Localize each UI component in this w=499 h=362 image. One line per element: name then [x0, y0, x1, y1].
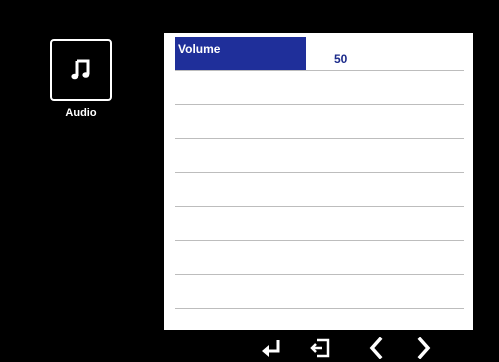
enter-button[interactable] — [257, 338, 285, 358]
enter-icon — [262, 340, 280, 357]
exit-icon — [310, 338, 330, 358]
menu-row-label — [175, 71, 306, 104]
music-note-icon — [71, 59, 90, 80]
menu-row-label — [175, 207, 306, 240]
category-icon-frame — [50, 39, 112, 101]
menu-row-empty[interactable] — [175, 105, 464, 139]
menu-row-label — [175, 173, 306, 206]
menu-row-empty[interactable] — [175, 173, 464, 207]
osd-screen: Audio Volume 50 — [0, 0, 499, 362]
menu-row-label: Volume — [175, 37, 306, 70]
menu-row-empty[interactable] — [175, 275, 464, 309]
menu-row-label — [175, 241, 306, 274]
menu-row-label — [175, 139, 306, 172]
menu-row-label — [175, 275, 306, 308]
menu-row-label — [175, 105, 306, 138]
menu-row-volume[interactable]: Volume 50 — [175, 37, 464, 71]
menu-row-empty[interactable] — [175, 241, 464, 275]
previous-button[interactable] — [364, 337, 388, 359]
menu-row-empty[interactable] — [175, 207, 464, 241]
category-audio[interactable]: Audio — [50, 39, 112, 119]
chevron-left-icon — [369, 337, 383, 359]
menu-row-empty[interactable] — [175, 71, 464, 105]
category-label: Audio — [65, 107, 97, 119]
menu-panel: Volume 50 — [164, 33, 473, 330]
menu-row-empty[interactable] — [175, 139, 464, 173]
menu-row-value: 50 — [334, 52, 348, 66]
next-button[interactable] — [412, 337, 436, 359]
chevron-right-icon — [417, 337, 431, 359]
exit-button[interactable] — [306, 338, 334, 358]
